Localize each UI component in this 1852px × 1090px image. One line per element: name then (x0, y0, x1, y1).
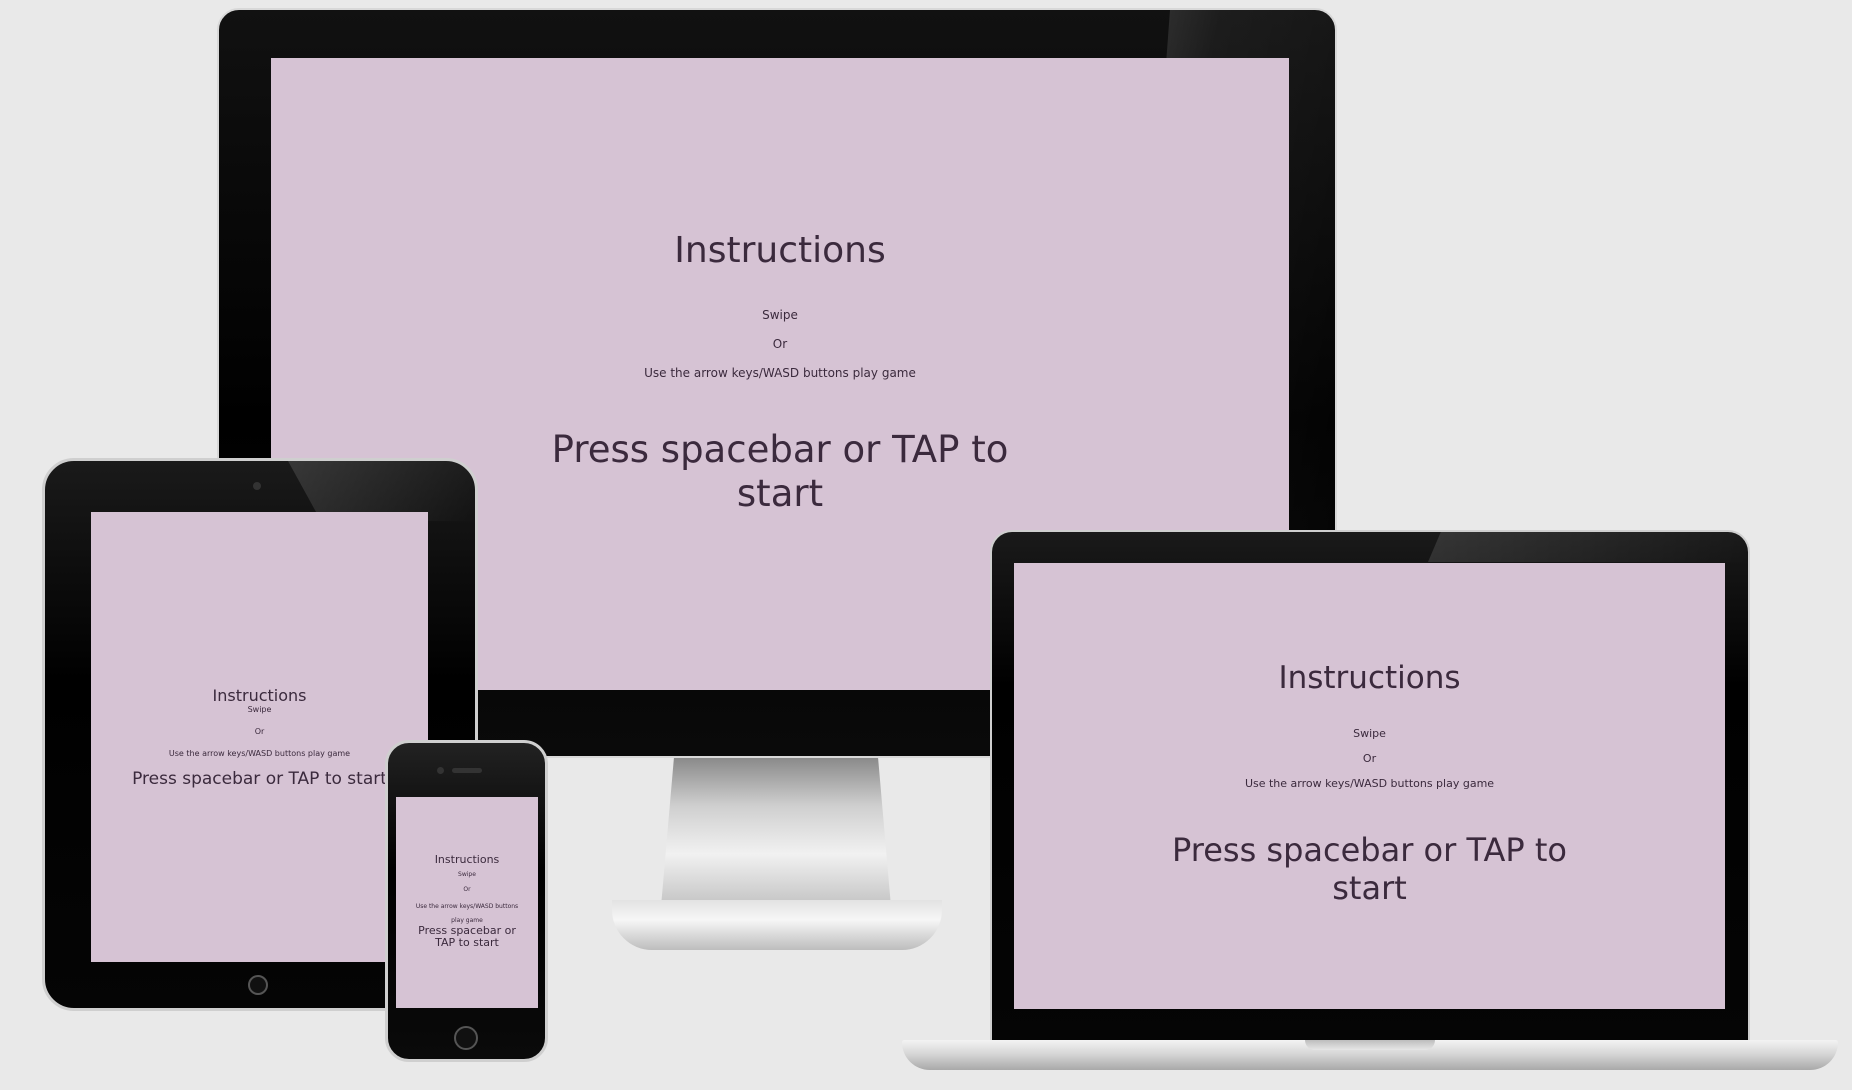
laptop-notch (1305, 1040, 1435, 1050)
instructions-title: Instructions (674, 230, 886, 271)
start-prompt: Press spacebar or TAP to start (132, 769, 387, 789)
swipe-text: Swipe (458, 871, 476, 878)
phone-speaker-icon (452, 768, 482, 773)
tablet-camera-icon (253, 482, 261, 490)
keys-text: Use the arrow keys/WASD buttons play gam… (644, 366, 916, 380)
start-prompt: Press spacebar or TAP to start (1172, 831, 1567, 908)
phone-screen[interactable]: Instructions Swipe Or Use the arrow keys… (396, 797, 538, 1008)
swipe-text: Swipe (762, 308, 798, 322)
phone-home-button-icon (454, 1026, 478, 1050)
instructions-title: Instructions (434, 853, 500, 866)
monitor-stand-foot (612, 900, 942, 950)
keys-text: Use the arrow keys/WASD buttons play gam… (168, 749, 351, 758)
or-text: Or (772, 337, 788, 351)
phone-camera-icon (437, 767, 444, 774)
instructions-title: Instructions (1278, 660, 1461, 696)
or-text: Or (254, 727, 265, 736)
or-text: Or (1362, 752, 1377, 765)
keys-text: Use the arrow keys/WASD buttons play gam… (1244, 777, 1495, 790)
swipe-text: Swipe (1353, 727, 1386, 740)
start-prompt: Press spacebar or TAP to start (418, 924, 516, 949)
tablet-home-button-icon (248, 975, 268, 995)
monitor-stand-neck (660, 758, 892, 918)
laptop-screen[interactable]: Instructions Swipe Or Use the arrow keys… (1014, 563, 1725, 1009)
swipe-text: Swipe (247, 705, 272, 714)
or-text: Or (463, 886, 471, 893)
tablet-screen[interactable]: Instructions Swipe Or Use the arrow keys… (91, 512, 428, 962)
instructions-title: Instructions (212, 686, 307, 705)
